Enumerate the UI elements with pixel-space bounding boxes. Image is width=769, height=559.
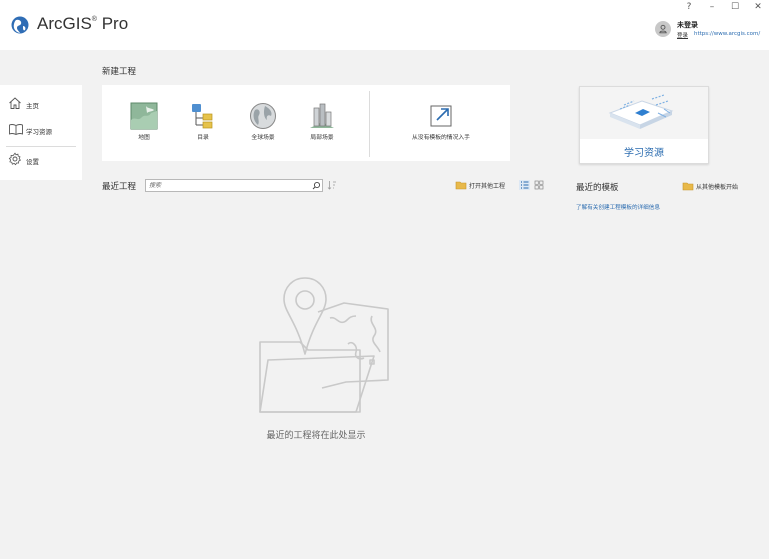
book-illustration-icon <box>608 94 674 129</box>
user-icon <box>659 24 667 34</box>
grid-view-icon[interactable] <box>534 180 544 190</box>
new-catalog-label: 目录 <box>197 135 209 141</box>
title-bar: ArcGIS® Pro ? – ☐ ✕ 未登录 登录 https://www.a… <box>0 0 769 50</box>
empty-state-message: 最近的工程将在此处显示 <box>266 431 366 441</box>
start-from-other-template-label: 从其他模板开始 <box>696 184 739 191</box>
new-global-scene-label: 全球场景 <box>251 135 275 141</box>
open-other-project-label: 打开其他工程 <box>469 183 506 190</box>
start-without-template-label: 从没有模板的情况入手 <box>412 135 470 141</box>
project-search[interactable] <box>145 179 323 192</box>
sidebar-item-settings[interactable]: 设置 <box>0 147 82 173</box>
panel-divider <box>369 91 370 157</box>
globe-icon <box>250 103 276 129</box>
arcgis-logo-icon <box>11 16 29 34</box>
user-status: 未登录 <box>677 21 698 29</box>
start-without-template-button[interactable]: 从没有模板的情况入手 <box>395 85 487 161</box>
map-icon <box>130 102 158 130</box>
avatar[interactable] <box>655 21 671 37</box>
sidebar-item-label: 主页 <box>26 102 39 110</box>
book-icon <box>9 124 23 136</box>
help-button[interactable]: ? <box>682 2 696 12</box>
new-project-title: 新建工程 <box>102 67 137 77</box>
sidebar-item-label: 学习资源 <box>26 128 52 136</box>
app-title: ArcGIS® Pro <box>37 14 129 33</box>
close-button[interactable]: ✕ <box>751 2 765 12</box>
signin-link[interactable]: 登录 <box>677 31 688 39</box>
learning-illustration <box>580 87 708 139</box>
learning-resources-card[interactable]: 学习资源 <box>579 86 709 164</box>
sort-icon[interactable] <box>327 180 337 190</box>
catalog-icon <box>192 104 213 129</box>
search-input[interactable] <box>149 180 305 191</box>
list-view-icon <box>521 181 529 189</box>
new-global-scene-button[interactable]: 全球场景 <box>240 85 286 161</box>
new-map-button[interactable]: 地图 <box>124 85 164 161</box>
folder-icon <box>682 182 694 191</box>
learning-resources-label: 学习资源 <box>624 148 664 159</box>
sidebar-item-home[interactable]: 主页 <box>0 91 82 117</box>
new-project-panel: 地图 目录 全球场景 局部场景 从没有模板的情况入手 <box>102 85 510 161</box>
portal-url: https://www.arcgis.com/ <box>694 31 761 37</box>
sidebar-item-learning[interactable]: 学习资源 <box>0 117 82 143</box>
gear-icon <box>8 152 22 166</box>
new-catalog-button[interactable]: 目录 <box>182 85 224 161</box>
recent-projects-title: 最近工程 <box>102 182 137 192</box>
list-view-toggle[interactable] <box>519 180 530 190</box>
new-local-scene-button[interactable]: 局部场景 <box>299 85 345 161</box>
folder-icon <box>455 181 467 190</box>
maximize-button[interactable]: ☐ <box>728 2 742 12</box>
search-icon[interactable] <box>312 181 321 190</box>
home-icon <box>9 97 21 109</box>
sidebar-item-label: 设置 <box>26 158 39 166</box>
start-without-template-icon <box>430 105 452 127</box>
new-local-scene-label: 局部场景 <box>310 135 334 141</box>
recent-templates-title: 最近的模板 <box>576 183 619 193</box>
sidebar: 主页 学习资源 设置 <box>0 85 82 180</box>
template-learn-more-link[interactable]: 了解有关创建工程模板的详细信息 <box>576 203 660 211</box>
empty-projects-illustration-icon <box>259 277 389 413</box>
local-scene-icon <box>310 103 334 128</box>
minimize-button[interactable]: – <box>705 2 719 12</box>
new-map-label: 地图 <box>138 135 150 141</box>
